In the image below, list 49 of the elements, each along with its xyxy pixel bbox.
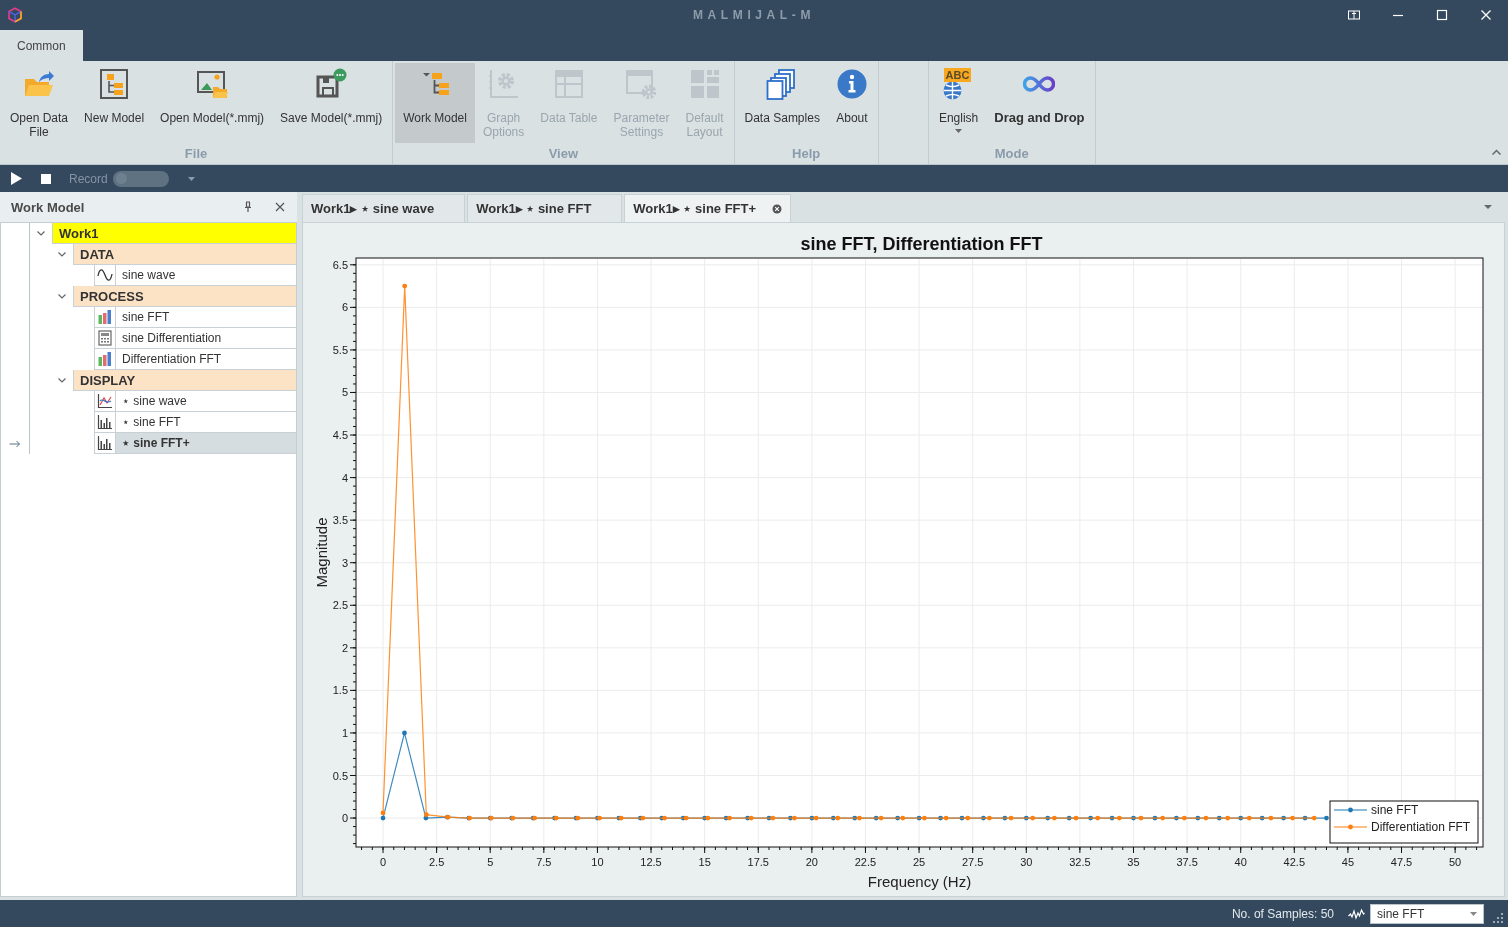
x-tick-label: 2.5 — [428, 856, 445, 868]
language-badge: ABC — [943, 68, 972, 82]
y-tick-label: 5.5 — [332, 343, 348, 356]
x-tick-label: 40 — [1234, 856, 1247, 868]
ribbon-group-label: File — [183, 145, 209, 163]
legend-label: sine FFT — [1371, 803, 1419, 817]
y-axis-title: Magnitude — [313, 517, 330, 588]
x-axis-title: Frequency (Hz) — [867, 873, 972, 890]
y-tick-label: 1.5 — [332, 684, 348, 697]
y-tick-label: 6.5 — [332, 258, 348, 271]
x-tick-label: 17.5 — [747, 856, 769, 868]
x-tick-label: 37.5 — [1176, 856, 1198, 868]
y-tick-label: 0.5 — [332, 769, 348, 782]
y-tick-label: 2.5 — [332, 599, 348, 612]
x-tick-label: 27.5 — [961, 856, 984, 868]
legend-label: Differentiation FFT — [1371, 820, 1471, 834]
y-tick-label: 3.5 — [332, 514, 348, 527]
x-tick-label: 20 — [805, 856, 818, 868]
x-tick-label: 47.5 — [1390, 856, 1413, 868]
chart-title: sine FFT, Differentiation FFT — [800, 234, 1043, 254]
y-tick-label: 1 — [341, 726, 348, 739]
window-title: MALMIJAL-M — [693, 8, 815, 22]
x-tick-label: 7.5 — [536, 856, 552, 868]
x-tick-label: 22.5 — [854, 856, 877, 868]
x-tick-label: 32.5 — [1069, 856, 1091, 868]
x-tick-label: 30 — [1020, 856, 1033, 868]
panel-title: Work Model — [11, 199, 86, 215]
y-tick-label: 2 — [341, 641, 348, 654]
x-tick-label: 0 — [379, 856, 387, 868]
y-tick-label: 5 — [341, 386, 348, 399]
x-tick-label: 12.5 — [640, 856, 662, 868]
x-tick-label: 10 — [591, 856, 604, 868]
ribbon-group-label: Mode — [993, 145, 1030, 163]
x-tick-label: 25 — [912, 856, 926, 868]
y-tick-label: 6 — [341, 301, 348, 314]
x-tick-label: 50 — [1449, 856, 1462, 868]
ribbon-group-label: Help — [791, 145, 822, 163]
x-tick-label: 35 — [1127, 856, 1140, 868]
x-tick-label: 45 — [1341, 856, 1355, 868]
y-tick-label: 3 — [341, 556, 348, 569]
sample-count: No. of Samples: 50 — [1231, 906, 1334, 921]
y-tick-label: 4.5 — [332, 429, 348, 442]
x-tick-label: 15 — [698, 856, 711, 868]
y-tick-label: 4 — [341, 471, 348, 484]
x-tick-label: 5 — [487, 856, 494, 868]
y-tick-label: 0 — [341, 812, 348, 825]
record-label: Record — [69, 171, 108, 186]
x-tick-label: 42.5 — [1283, 856, 1305, 868]
ribbon-group-label: View — [547, 145, 579, 163]
